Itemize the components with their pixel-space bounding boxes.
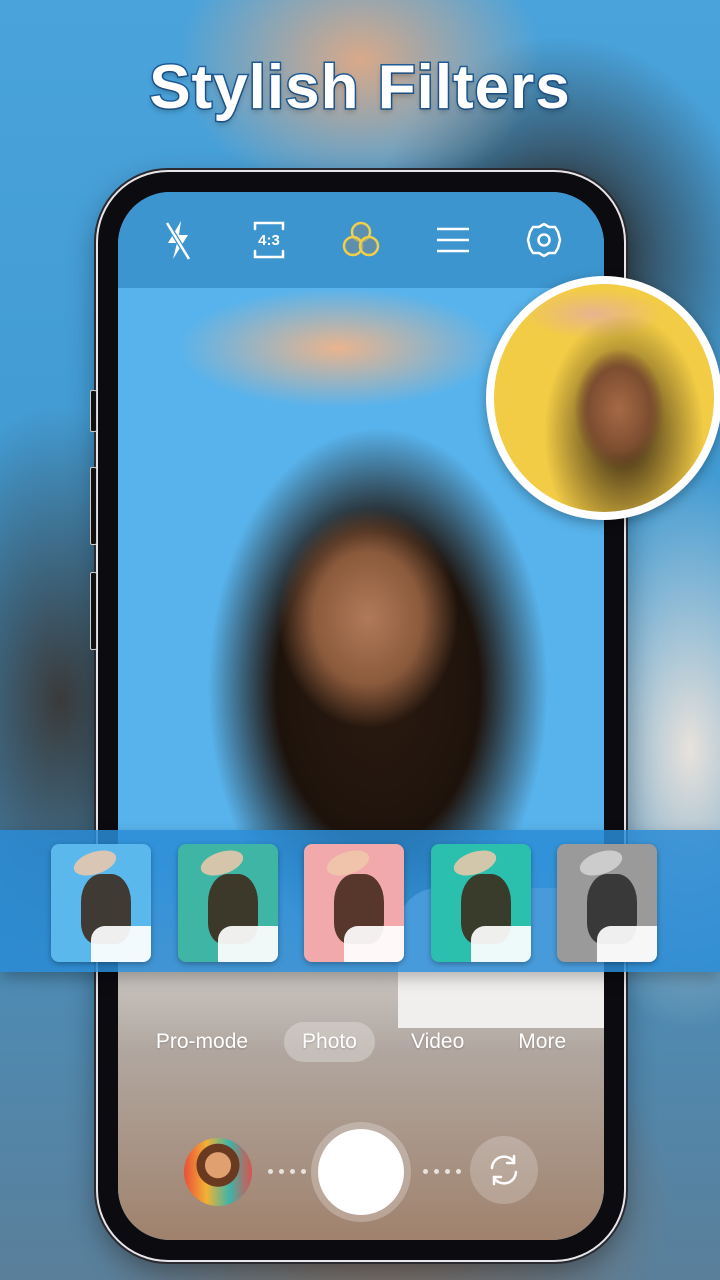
dots-left bbox=[268, 1169, 306, 1174]
filter-thumb-original[interactable] bbox=[51, 844, 151, 962]
menu-icon[interactable] bbox=[431, 218, 475, 262]
camera-top-bar: 4:3 bbox=[118, 192, 604, 288]
side-button-volume-up bbox=[90, 467, 97, 545]
flash-off-icon[interactable] bbox=[156, 218, 200, 262]
switch-camera-icon bbox=[490, 1154, 518, 1186]
filter-preview-image bbox=[494, 284, 714, 512]
dots-right bbox=[423, 1169, 461, 1174]
gallery-thumbnail[interactable] bbox=[184, 1138, 252, 1206]
side-button-volume-down bbox=[90, 572, 97, 650]
camera-mode-selector: Pro-mode Photo Video More bbox=[118, 1022, 604, 1062]
aspect-ratio-icon[interactable]: 4:3 bbox=[247, 218, 291, 262]
filter-strip bbox=[0, 830, 720, 972]
mode-pro[interactable]: Pro-mode bbox=[138, 1022, 266, 1062]
filter-thumb-vivid-teal[interactable] bbox=[431, 844, 531, 962]
shutter-button[interactable] bbox=[318, 1129, 404, 1215]
filters-icon[interactable] bbox=[339, 218, 383, 262]
aspect-ratio-label: 4:3 bbox=[259, 232, 281, 249]
filter-preview-bubble bbox=[486, 276, 720, 520]
filter-thumb-mono[interactable] bbox=[557, 844, 657, 962]
settings-icon[interactable] bbox=[522, 218, 566, 262]
filter-thumb-teal-pink[interactable] bbox=[178, 844, 278, 962]
mode-more[interactable]: More bbox=[500, 1022, 584, 1062]
mode-video[interactable]: Video bbox=[393, 1022, 482, 1062]
camera-controls bbox=[118, 1112, 604, 1222]
side-button-action bbox=[90, 390, 97, 432]
filter-thumb-pink[interactable] bbox=[304, 844, 404, 962]
mode-photo[interactable]: Photo bbox=[284, 1022, 375, 1062]
headline: Stylish Filters bbox=[148, 52, 572, 124]
switch-camera-button[interactable] bbox=[470, 1136, 538, 1204]
